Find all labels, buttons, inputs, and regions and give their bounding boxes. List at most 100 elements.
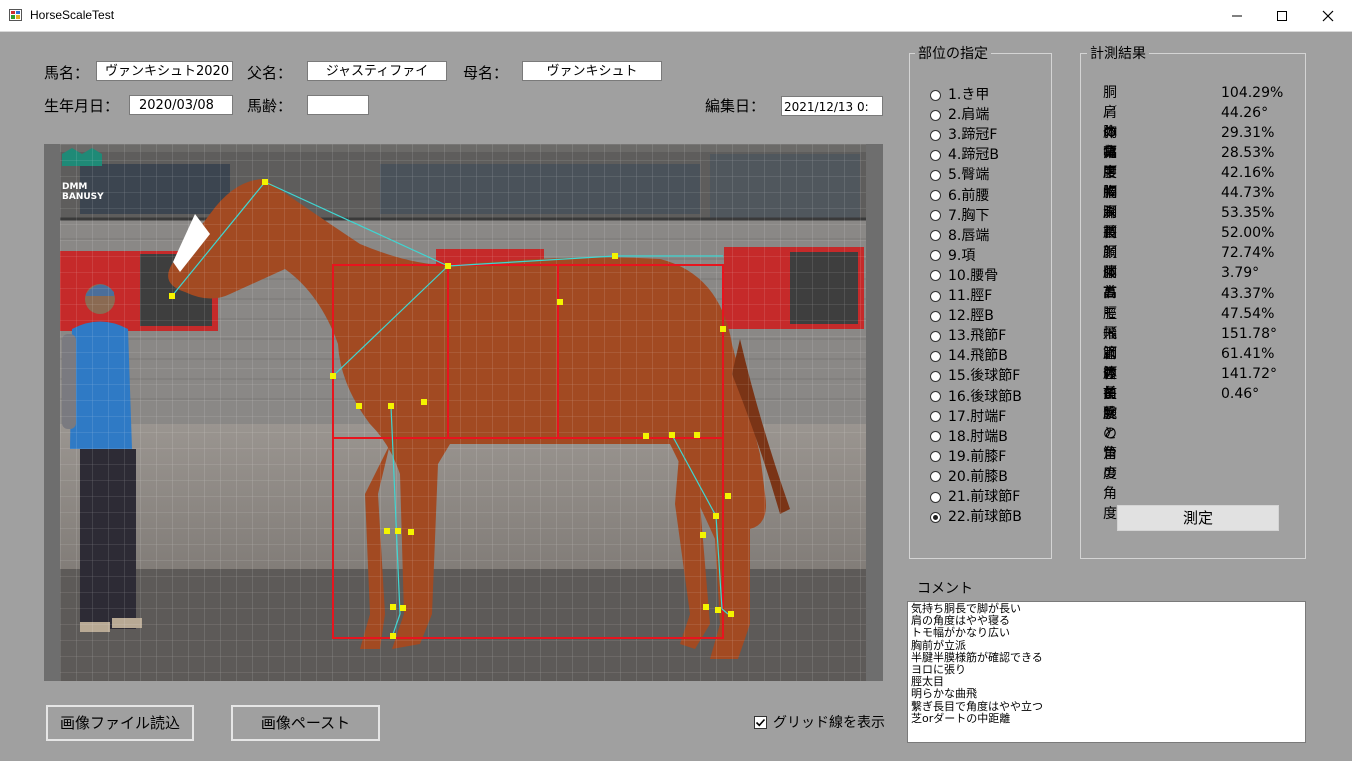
- part-radio-16[interactable]: 16.後球節B: [930, 387, 1022, 407]
- radio-circle-icon[interactable]: [930, 270, 941, 282]
- measure-button[interactable]: 測定: [1117, 505, 1279, 531]
- maximize-icon: [1277, 10, 1287, 21]
- part-radio-20[interactable]: 20.前膝B: [930, 467, 1008, 487]
- radio-circle-icon[interactable]: [930, 169, 941, 181]
- part-radio-18[interactable]: 18.肘端B: [930, 427, 1008, 447]
- birthdate-label: 生年月日：: [44, 97, 120, 115]
- radio-circle-icon[interactable]: [930, 391, 941, 402]
- radio-circle-icon[interactable]: [930, 230, 941, 242]
- part-radio-label: 20.前膝B: [948, 468, 1008, 485]
- edit-date-label: 編集日：: [705, 97, 766, 115]
- part-radio-19[interactable]: 19.前膝F: [930, 447, 1006, 467]
- horse-name-field[interactable]: ヴァンキシュト2020: [96, 61, 233, 81]
- dam-label: 母名：: [463, 64, 509, 82]
- part-radio-12[interactable]: 12.脛B: [930, 306, 994, 326]
- part-radio-label: 11.脛F: [948, 288, 993, 304]
- part-radio-label: 12.脛B: [948, 308, 994, 325]
- radio-circle-icon[interactable]: [930, 190, 941, 201]
- result-label: 前腕と管の角度: [1103, 385, 1117, 522]
- part-radio-13[interactable]: 13.飛節F: [930, 326, 1006, 346]
- radio-circle-icon[interactable]: [930, 290, 941, 302]
- radio-circle-icon[interactable]: [930, 129, 941, 141]
- result-value: 141.72°: [1221, 365, 1277, 382]
- radio-circle-icon[interactable]: [930, 431, 941, 443]
- window-title: HorseScaleTest: [30, 8, 115, 22]
- comment-textarea[interactable]: 気持ち胴長で脚が長い 肩の角度はやや寝る トモ幅がかなり広い 胸前が立派 半腱半膜様筋が…: [907, 601, 1306, 743]
- grid-checkbox-label[interactable]: グリッド線を表示: [773, 713, 885, 733]
- part-radio-4[interactable]: 4.蹄冠B: [930, 145, 999, 165]
- part-radio-8[interactable]: 8.唇端: [930, 226, 989, 246]
- radio-circle-icon[interactable]: [930, 511, 941, 523]
- part-radio-11[interactable]: 11.脛F: [930, 286, 992, 306]
- part-radio-5[interactable]: 5.臀端: [930, 165, 989, 185]
- result-value: 44.73%: [1221, 185, 1275, 202]
- app-icon: [9, 9, 22, 21]
- part-radio-label: 19.前膝F: [948, 448, 1007, 465]
- sire-field[interactable]: ジャスティファイ: [307, 61, 447, 81]
- part-radio-label: 8.唇端: [948, 227, 990, 244]
- part-radio-21[interactable]: 21.前球節F: [930, 487, 1020, 507]
- age-field[interactable]: [307, 95, 369, 115]
- part-radio-14[interactable]: 14.飛節B: [930, 346, 1008, 366]
- result-value: 52.00%: [1221, 225, 1275, 242]
- part-radio-22[interactable]: 22.前球節B: [930, 507, 1022, 527]
- paste-image-button[interactable]: 画像ペースト: [231, 705, 380, 741]
- part-radio-6[interactable]: 6.前腰: [930, 186, 989, 206]
- part-radio-label: 22.前球節B: [948, 509, 1022, 526]
- result-value: 29.31%: [1221, 125, 1275, 142]
- part-radio-17[interactable]: 17.肘端F: [930, 407, 1006, 427]
- radio-circle-icon[interactable]: [930, 471, 941, 483]
- result-value: 0.46°: [1221, 385, 1260, 402]
- horse-name-label: 馬名：: [44, 64, 90, 82]
- part-radio-label: 13.飛節F: [948, 328, 1007, 345]
- result-value: 3.79°: [1221, 265, 1260, 282]
- radio-circle-icon[interactable]: [930, 451, 941, 463]
- part-radio-label: 4.蹄冠B: [948, 147, 999, 164]
- parts-group-title: 部位の指定: [915, 45, 991, 63]
- result-value: 72.74%: [1221, 245, 1275, 262]
- radio-circle-icon[interactable]: [930, 310, 941, 322]
- result-value: 47.54%: [1221, 305, 1275, 322]
- radio-circle-icon[interactable]: [930, 350, 941, 362]
- grid-overlay: [60, 144, 866, 681]
- comment-line: ヨロに張り: [911, 663, 966, 677]
- radio-circle-icon[interactable]: [930, 370, 941, 382]
- grid-checkbox[interactable]: [754, 716, 767, 729]
- comment-line: 繋ぎ長目で角度はやや立つ: [911, 699, 1043, 713]
- close-button[interactable]: [1305, 0, 1351, 31]
- maximize-button[interactable]: [1259, 0, 1305, 31]
- part-radio-10[interactable]: 10.腰骨: [930, 266, 998, 286]
- result-value: 53.35%: [1221, 205, 1275, 222]
- part-radio-2[interactable]: 2.肩端: [930, 105, 989, 125]
- dam-field[interactable]: ヴァンキシュト: [522, 61, 662, 81]
- radio-circle-icon[interactable]: [930, 250, 941, 262]
- result-value: 151.78°: [1221, 325, 1277, 342]
- radio-circle-icon[interactable]: [930, 89, 941, 101]
- part-radio-label: 3.蹄冠F: [948, 127, 998, 144]
- part-radio-7[interactable]: 7.胸下: [930, 206, 989, 226]
- part-radio-1[interactable]: 1.き甲: [930, 85, 989, 105]
- part-radio-label: 17.肘端F: [948, 408, 1007, 425]
- radio-circle-icon[interactable]: [930, 411, 941, 423]
- load-image-button[interactable]: 画像ファイル読込: [46, 705, 194, 741]
- radio-circle-icon[interactable]: [930, 109, 941, 121]
- results-group-title: 計測結果: [1087, 45, 1149, 63]
- radio-circle-icon[interactable]: [930, 330, 941, 342]
- minimize-button[interactable]: [1214, 0, 1260, 31]
- comment-label: コメント: [917, 581, 973, 597]
- radio-circle-icon[interactable]: [930, 149, 941, 161]
- part-radio-label: 6.前腰: [948, 187, 990, 204]
- part-radio-label: 7.胸下: [948, 207, 990, 224]
- edit-date-field[interactable]: 2021/12/13 0:: [781, 96, 883, 116]
- part-radio-label: 1.き甲: [948, 87, 990, 103]
- birthdate-field[interactable]: 2020/03/08: [129, 95, 233, 115]
- radio-circle-icon[interactable]: [930, 491, 941, 503]
- part-radio-15[interactable]: 15.後球節F: [930, 366, 1020, 386]
- checkmark-icon: [755, 718, 766, 727]
- horse-photo-canvas[interactable]: DMM BANUSY: [44, 144, 883, 681]
- part-radio-9[interactable]: 9.項: [930, 246, 975, 266]
- result-value: 61.41%: [1221, 345, 1275, 362]
- radio-circle-icon[interactable]: [930, 210, 941, 222]
- part-radio-3[interactable]: 3.蹄冠F: [930, 125, 997, 145]
- comment-line: トモ幅がかなり広い: [911, 626, 1010, 640]
